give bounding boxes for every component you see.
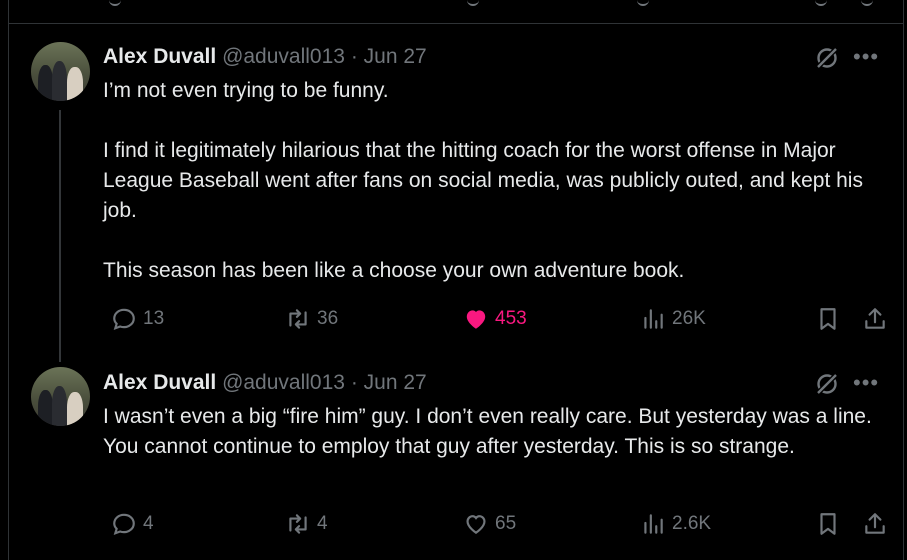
tweet-paragraph: I’m not even trying to be funny.	[103, 79, 389, 102]
repost-button[interactable]: 4	[285, 509, 328, 539]
grok-icon[interactable]	[815, 46, 839, 70]
like-count: 453	[495, 308, 527, 329]
more-icon[interactable]: •••	[853, 372, 879, 400]
timestamp[interactable]: Jun 27	[364, 45, 427, 68]
share-icon[interactable]	[861, 0, 873, 6]
views-icon[interactable]	[637, 0, 649, 6]
author-handle[interactable]: @aduvall013	[222, 371, 345, 394]
views-button[interactable]: 2.6K	[640, 509, 711, 539]
reply-icon[interactable]	[109, 0, 121, 6]
previous-tweet-actions	[9, 0, 903, 24]
views-button[interactable]: 26K	[640, 304, 706, 334]
like-button[interactable]: 65	[463, 509, 516, 539]
share-icon	[865, 308, 885, 329]
view-count: 26K	[672, 308, 706, 329]
avatar[interactable]	[31, 42, 90, 101]
repost-count: 36	[317, 308, 339, 329]
tweet[interactable]: Alex Duvall @aduvall013 · Jun 27 ••• I’m…	[9, 24, 903, 360]
grok-icon[interactable]	[815, 372, 839, 396]
tweet-paragraph: I find it legitimately hilarious that th…	[103, 139, 863, 222]
bookmark-icon[interactable]	[815, 0, 827, 6]
reply-button[interactable]: 13	[111, 304, 164, 334]
bookmark-button[interactable]	[815, 304, 847, 334]
repost-icon	[289, 514, 307, 534]
bookmark-icon	[820, 308, 836, 330]
heart-icon	[466, 515, 486, 534]
share-button[interactable]	[862, 509, 894, 539]
tweet-text: I wasn’t even a big “fire him” guy. I do…	[103, 402, 873, 462]
reply-count: 13	[143, 308, 165, 329]
tweet-actions: 4 4 65 2.6K	[103, 509, 885, 539]
reply-icon	[113, 308, 135, 330]
reply-button[interactable]: 4	[111, 509, 154, 539]
like-icon[interactable]	[467, 0, 479, 6]
tweet-actions: 13 36 453 26K	[103, 304, 885, 334]
tweet-text: I’m not even trying to be funny. I find …	[103, 76, 873, 286]
author-name[interactable]: Alex Duvall	[103, 45, 216, 68]
separator: ·	[350, 45, 358, 68]
repost-count: 4	[317, 513, 328, 534]
author-handle[interactable]: @aduvall013	[222, 45, 345, 68]
timestamp[interactable]: Jun 27	[364, 371, 427, 394]
author-name[interactable]: Alex Duvall	[103, 371, 216, 394]
separator: ·	[350, 371, 358, 394]
like-button[interactable]: 453	[463, 304, 527, 334]
like-count: 65	[495, 513, 517, 534]
repost-icon	[289, 309, 307, 329]
bookmark-button[interactable]	[815, 509, 847, 539]
avatar[interactable]	[31, 367, 90, 426]
repost-button[interactable]: 36	[285, 304, 338, 334]
more-icon[interactable]: •••	[853, 46, 879, 74]
timeline: Alex Duvall @aduvall013 · Jun 27 ••• I’m…	[8, 0, 904, 560]
share-icon	[865, 513, 885, 534]
reply-icon	[113, 513, 135, 535]
views-icon	[644, 309, 663, 329]
tweet-header: Alex Duvall @aduvall013 · Jun 27	[103, 44, 427, 70]
views-icon	[644, 514, 663, 534]
tweet[interactable]: Alex Duvall @aduvall013 · Jun 27 ••• I w…	[9, 350, 903, 560]
share-button[interactable]	[862, 304, 894, 334]
tweet-paragraph: I wasn’t even a big “fire him” guy. I do…	[103, 405, 872, 458]
tweet-paragraph: This season has been like a choose your …	[103, 259, 685, 282]
reply-count: 4	[143, 513, 154, 534]
tweet-header: Alex Duvall @aduvall013 · Jun 27	[103, 370, 427, 396]
heart-icon	[466, 310, 486, 329]
bookmark-icon	[820, 513, 836, 535]
view-count: 2.6K	[672, 513, 712, 534]
